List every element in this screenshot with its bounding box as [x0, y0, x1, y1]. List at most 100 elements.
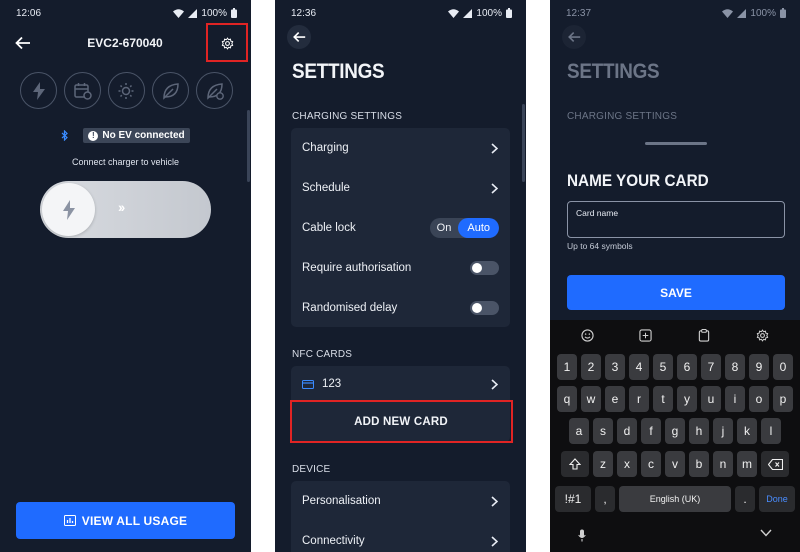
symbols-key[interactable]: !#1: [555, 486, 591, 512]
keyboard-number-row: 1234567890: [550, 354, 800, 380]
battery-percent: 100%: [201, 7, 227, 19]
row-charging[interactable]: Charging: [291, 128, 510, 168]
bluetooth-icon: [61, 130, 69, 141]
view-all-usage-button[interactable]: VIEW ALL USAGE: [16, 502, 235, 539]
comma-key[interactable]: ,: [595, 486, 615, 512]
nfc-card-row[interactable]: 123: [291, 366, 510, 402]
key-0[interactable]: 0: [773, 354, 793, 380]
key-r[interactable]: r: [629, 386, 649, 412]
key-s[interactable]: s: [593, 418, 613, 444]
back-button[interactable]: [11, 31, 35, 55]
key-i[interactable]: i: [725, 386, 745, 412]
shift-key[interactable]: [561, 451, 589, 477]
mode-eco[interactable]: [152, 72, 189, 109]
key-e[interactable]: e: [605, 386, 625, 412]
chevron-down-icon[interactable]: [760, 529, 772, 537]
keyboard-row-2: asdfghjkl: [550, 418, 800, 444]
key-u[interactable]: u: [701, 386, 721, 412]
period-key[interactable]: .: [735, 486, 755, 512]
gear-icon[interactable]: [755, 327, 771, 343]
key-k[interactable]: k: [737, 418, 757, 444]
key-y[interactable]: y: [677, 386, 697, 412]
keyboard-row-1: qwertyuiop: [550, 386, 800, 412]
cable-lock-auto-option[interactable]: Auto: [458, 218, 499, 238]
shift-icon: [569, 458, 581, 470]
mode-boost[interactable]: [20, 72, 57, 109]
key-x[interactable]: x: [617, 451, 637, 477]
card-name-hint: Up to 64 symbols: [567, 241, 633, 251]
key-m[interactable]: m: [737, 451, 757, 477]
key-g[interactable]: g: [665, 418, 685, 444]
charging-mode-row: [20, 72, 233, 109]
mode-scheduled[interactable]: [64, 72, 101, 109]
ev-status-text: No EV connected: [102, 130, 185, 141]
back-arrow-icon: [292, 31, 305, 43]
key-l[interactable]: l: [761, 418, 781, 444]
key-6[interactable]: 6: [677, 354, 697, 380]
page-title: SETTINGS: [567, 60, 660, 83]
emoji-icon[interactable]: [579, 327, 595, 343]
key-7[interactable]: 7: [701, 354, 721, 380]
key-p[interactable]: p: [773, 386, 793, 412]
sheet-title: NAME YOUR CARD: [567, 171, 709, 190]
row-label: Require authorisation: [302, 262, 412, 274]
connect-instruction: Connect charger to vehicle: [71, 157, 180, 167]
backspace-key[interactable]: [761, 451, 789, 477]
info-icon: !: [88, 130, 99, 141]
key-a[interactable]: a: [569, 418, 589, 444]
back-button[interactable]: [287, 25, 311, 49]
key-9[interactable]: 9: [749, 354, 769, 380]
row-connectivity[interactable]: Connectivity: [291, 521, 510, 552]
ev-status-badge: ! No EV connected: [83, 128, 190, 143]
mode-solar[interactable]: [108, 72, 145, 109]
microphone-icon[interactable]: [578, 529, 586, 542]
signal-icon: [188, 8, 198, 18]
nfc-cards-card: 123: [291, 366, 510, 402]
backspace-icon: [767, 458, 783, 470]
key-j[interactable]: j: [713, 418, 733, 444]
save-button[interactable]: SAVE: [567, 275, 785, 310]
row-schedule[interactable]: Schedule: [291, 168, 510, 208]
mode-eco-plus[interactable]: [196, 72, 233, 109]
key-o[interactable]: o: [749, 386, 769, 412]
cable-lock-on-option[interactable]: On: [430, 218, 459, 238]
row-personalisation[interactable]: Personalisation: [291, 481, 510, 521]
slider-arrows: ››: [118, 199, 125, 215]
clipboard-icon[interactable]: [696, 327, 712, 343]
card-name-input[interactable]: [575, 220, 775, 234]
start-charging-slider[interactable]: ››: [40, 181, 211, 238]
key-8[interactable]: 8: [725, 354, 745, 380]
keyboard: 1234567890 qwertyuiop asdfghjkl zxcvbnm …: [550, 320, 800, 552]
key-z[interactable]: z: [593, 451, 613, 477]
slider-knob[interactable]: [42, 183, 95, 236]
require-authorisation-toggle[interactable]: [470, 261, 499, 275]
sticker-icon[interactable]: [638, 327, 654, 343]
credit-card-icon: [302, 379, 314, 389]
key-1[interactable]: 1: [557, 354, 577, 380]
done-key[interactable]: Done: [759, 486, 795, 512]
key-b[interactable]: b: [689, 451, 709, 477]
section-charging-settings: CHARGING SETTINGS: [567, 111, 678, 122]
key-d[interactable]: d: [617, 418, 637, 444]
key-h[interactable]: h: [689, 418, 709, 444]
key-3[interactable]: 3: [605, 354, 625, 380]
scrollbar[interactable]: [247, 110, 250, 182]
key-f[interactable]: f: [641, 418, 661, 444]
key-n[interactable]: n: [713, 451, 733, 477]
sheet-drag-handle[interactable]: [645, 142, 707, 145]
space-key[interactable]: English (UK): [619, 486, 731, 512]
card-name-field[interactable]: Card name: [567, 201, 785, 238]
status-bar: 12:06 100%: [16, 6, 237, 20]
key-2[interactable]: 2: [581, 354, 601, 380]
battery-icon: [780, 8, 786, 18]
randomised-delay-toggle[interactable]: [470, 301, 499, 315]
key-v[interactable]: v: [665, 451, 685, 477]
key-q[interactable]: q: [557, 386, 577, 412]
key-4[interactable]: 4: [629, 354, 649, 380]
key-5[interactable]: 5: [653, 354, 673, 380]
key-c[interactable]: c: [641, 451, 661, 477]
key-w[interactable]: w: [581, 386, 601, 412]
key-t[interactable]: t: [653, 386, 673, 412]
signal-icon: [737, 8, 747, 18]
scrollbar[interactable]: [522, 104, 525, 182]
